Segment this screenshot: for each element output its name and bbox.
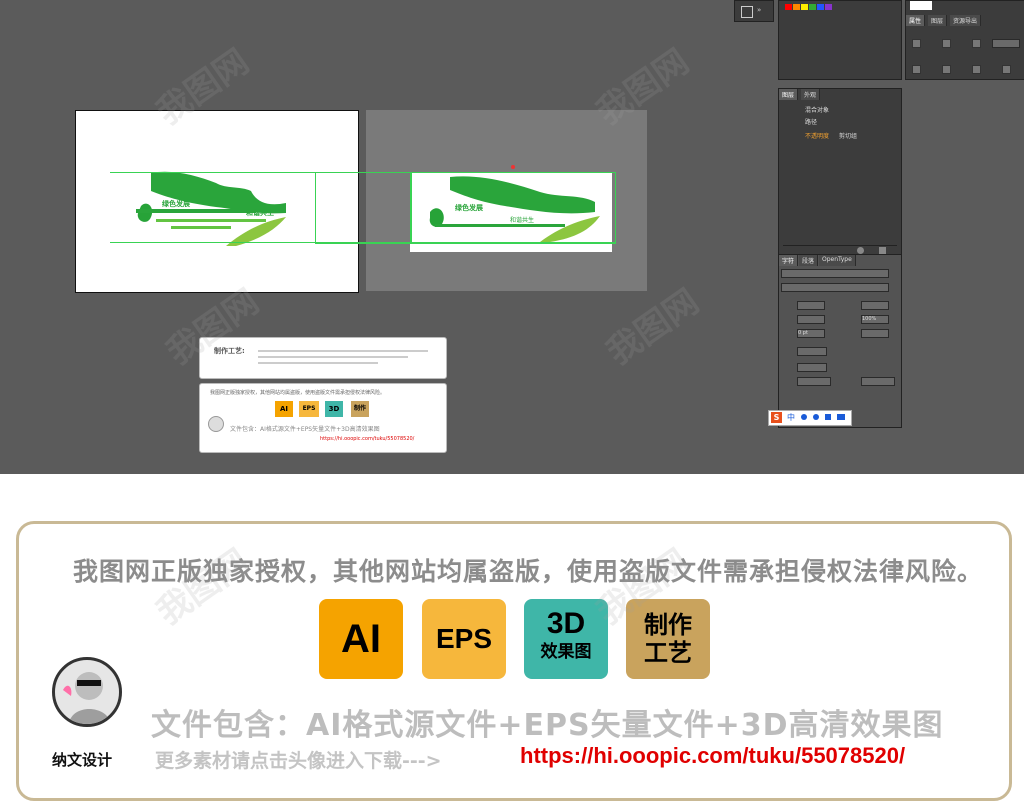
author-avatar[interactable] bbox=[52, 657, 122, 727]
author-name: 纳文设计 bbox=[52, 751, 113, 769]
rotation-field[interactable] bbox=[797, 363, 827, 372]
tab-opentype[interactable]: OpenType bbox=[819, 255, 856, 266]
swatch-purple[interactable] bbox=[825, 4, 832, 10]
tab-paragraph[interactable]: 段落 bbox=[799, 255, 819, 266]
svg-text:和谐共生: 和谐共生 bbox=[245, 208, 274, 217]
distribute-icon[interactable] bbox=[1002, 65, 1011, 74]
badge-craft-line1: 制作 bbox=[644, 611, 692, 639]
swatch-green[interactable] bbox=[809, 4, 816, 10]
more-prompt: 更多素材请点击头像进入下载---> bbox=[155, 750, 442, 772]
badge-eps-label: EPS bbox=[435, 623, 493, 654]
copyright-notice: 我图网正版独家授权，其他网站均属盗版，使用盗版文件需承担侵权法律风险。 bbox=[73, 557, 984, 586]
distribute-icon[interactable] bbox=[912, 65, 921, 74]
swatch-orange[interactable] bbox=[793, 4, 800, 10]
chevron-right-icon[interactable]: » bbox=[757, 6, 761, 14]
statue-icon bbox=[63, 672, 111, 724]
tab-character[interactable]: 字符 bbox=[779, 255, 799, 266]
ime-skin-icon[interactable] bbox=[837, 414, 845, 420]
copyright-banner: 我图网正版独家授权，其他网站均属盗版，使用盗版文件需承担侵权法律风险。 AI E… bbox=[16, 521, 1012, 801]
mini-badge-craft: 制作 bbox=[351, 401, 369, 417]
kerning-field[interactable]: 0 pt bbox=[797, 329, 825, 338]
ime-mic-icon[interactable] bbox=[813, 414, 819, 420]
mini-badge-3d: 3D bbox=[325, 401, 343, 417]
language-field[interactable] bbox=[861, 377, 895, 386]
mini-copyright: 我图网正版独家授权，其他网站均属盗版，使用盗版文件需承担侵权法律风险。 bbox=[210, 390, 386, 396]
anchor-point[interactable] bbox=[511, 165, 515, 169]
mini-avatar bbox=[208, 416, 224, 432]
properties-panel: 属性 图层 资源导出 bbox=[905, 0, 1024, 80]
sogou-logo-icon: S bbox=[771, 412, 782, 423]
layer-item-blend[interactable]: 混合对象 bbox=[805, 105, 829, 116]
ime-toolbar[interactable]: S 中 bbox=[768, 410, 852, 426]
selection-box-right[interactable] bbox=[410, 172, 616, 244]
swatches-panel bbox=[778, 0, 902, 80]
tool-panel: » bbox=[734, 0, 774, 22]
tab-layers-panel[interactable]: 图层 bbox=[779, 89, 799, 100]
mini-banner-card: 我图网正版独家授权，其他网站均属盗版，使用盗版文件需承担侵权法律风险。 AI E… bbox=[199, 383, 447, 453]
craft-label: 制作工艺: bbox=[214, 347, 245, 355]
tab-layers[interactable]: 图层 bbox=[928, 15, 948, 26]
badge-3d-label: 3D bbox=[546, 607, 586, 640]
swatch-red[interactable] bbox=[785, 4, 792, 10]
align-dropdown[interactable] bbox=[992, 39, 1020, 48]
font-style-select[interactable] bbox=[781, 283, 889, 292]
layer-item-opacity[interactable]: 不透明度 bbox=[805, 131, 829, 142]
font-family-select[interactable] bbox=[781, 269, 889, 278]
layer-item-clip[interactable]: 剪切组 bbox=[839, 131, 857, 142]
badge-eps: EPS bbox=[422, 599, 506, 679]
char-rotation-field[interactable] bbox=[797, 377, 831, 386]
ime-punct-icon[interactable] bbox=[801, 414, 807, 420]
mini-badge-ai: AI bbox=[275, 401, 293, 417]
file-contents: 文件包含：AI格式源文件+EPS矢量文件+3D高清效果图 bbox=[151, 708, 944, 743]
badge-craft: 制作 工艺 bbox=[626, 599, 710, 679]
badge-3d-sub: 效果图 bbox=[540, 642, 592, 662]
craft-card: 制作工艺: bbox=[199, 337, 447, 379]
layers-panel: 图层 外观 混合对象 路径 不透明度 剪切组 bbox=[778, 88, 902, 258]
badge-craft-line2: 工艺 bbox=[644, 639, 692, 667]
delete-icon[interactable] bbox=[879, 247, 886, 254]
badge-ai: AI bbox=[319, 599, 403, 679]
align-center-icon[interactable] bbox=[942, 39, 951, 48]
craft-text-line bbox=[258, 356, 408, 358]
tab-properties[interactable]: 属性 bbox=[906, 15, 926, 26]
layers-icon[interactable] bbox=[741, 6, 753, 18]
distribute-icon[interactable] bbox=[972, 65, 981, 74]
vertical-scale-field[interactable] bbox=[797, 315, 825, 324]
selection-box[interactable] bbox=[315, 172, 412, 244]
ime-keyboard-icon[interactable] bbox=[825, 414, 831, 420]
tracking-field[interactable] bbox=[861, 329, 889, 338]
swatch-yellow[interactable] bbox=[801, 4, 808, 10]
align-right-icon[interactable] bbox=[972, 39, 981, 48]
badge-3d: 3D 效果图 bbox=[524, 599, 608, 679]
baseline-field[interactable] bbox=[797, 347, 827, 356]
craft-text-line bbox=[258, 350, 428, 352]
color-preview[interactable] bbox=[910, 1, 932, 10]
mini-badge-eps: EPS bbox=[299, 401, 319, 417]
editor-workspace: 绿色发展 和谐共生 绿色发展 和谐共生 制作工艺: 我图网正版独家授权，其他网站… bbox=[0, 0, 1024, 474]
swatch-blue[interactable] bbox=[817, 4, 824, 10]
tab-asset-export[interactable]: 资源导出 bbox=[950, 15, 982, 26]
character-panel: 字符 段落 OpenType 100% 0 pt bbox=[778, 254, 902, 428]
ime-mode[interactable]: 中 bbox=[787, 412, 795, 423]
leading-field[interactable] bbox=[861, 301, 889, 310]
align-left-icon[interactable] bbox=[912, 39, 921, 48]
horizontal-scale-field[interactable]: 100% bbox=[861, 315, 889, 324]
mini-contains: 文件包含：AI格式源文件+EPS矢量文件+3D高清效果图 bbox=[230, 426, 380, 433]
distribute-icon[interactable] bbox=[942, 65, 951, 74]
layer-item-path[interactable]: 路径 bbox=[805, 117, 817, 128]
craft-text-line bbox=[258, 362, 378, 364]
tab-appearance[interactable]: 外观 bbox=[801, 89, 821, 100]
new-layer-icon[interactable] bbox=[857, 247, 864, 254]
badge-ai-label: AI bbox=[341, 617, 381, 661]
mini-link: https://hi.ooopic.com/tuku/55078520/ bbox=[320, 436, 415, 442]
svg-text:绿色发展: 绿色发展 bbox=[162, 199, 191, 208]
download-link[interactable]: https://hi.ooopic.com/tuku/55078520/ bbox=[520, 743, 905, 769]
font-size-field[interactable] bbox=[797, 301, 825, 310]
